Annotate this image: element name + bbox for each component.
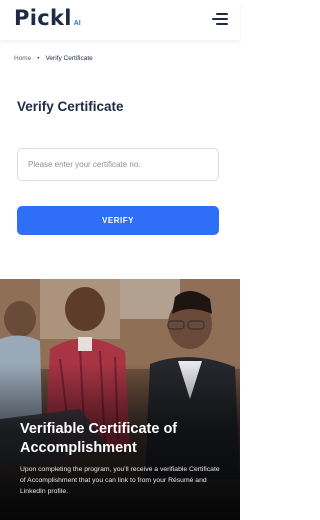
hero-title: Verifiable Certificate of Accomplishment <box>20 421 178 456</box>
certificate-number-input[interactable] <box>17 148 219 181</box>
breadcrumb-separator: • <box>37 55 40 62</box>
hero-description: Upon completing the program, you'll rece… <box>20 466 220 495</box>
logo-text: Pickl <box>14 6 72 30</box>
breadcrumb-current: Verify Certificate <box>45 55 93 62</box>
breadcrumb-home[interactable]: Home <box>14 55 31 62</box>
breadcrumb: Home • Verify Certificate <box>14 55 93 62</box>
verify-button[interactable]: VERIFY <box>17 206 219 235</box>
site-header: Pickl AI <box>0 0 240 40</box>
logo[interactable]: Pickl AI <box>14 6 81 30</box>
logo-suffix: AI <box>73 20 81 27</box>
page-title: Verify Certificate <box>17 99 124 114</box>
hamburger-menu-icon[interactable] <box>212 13 228 25</box>
